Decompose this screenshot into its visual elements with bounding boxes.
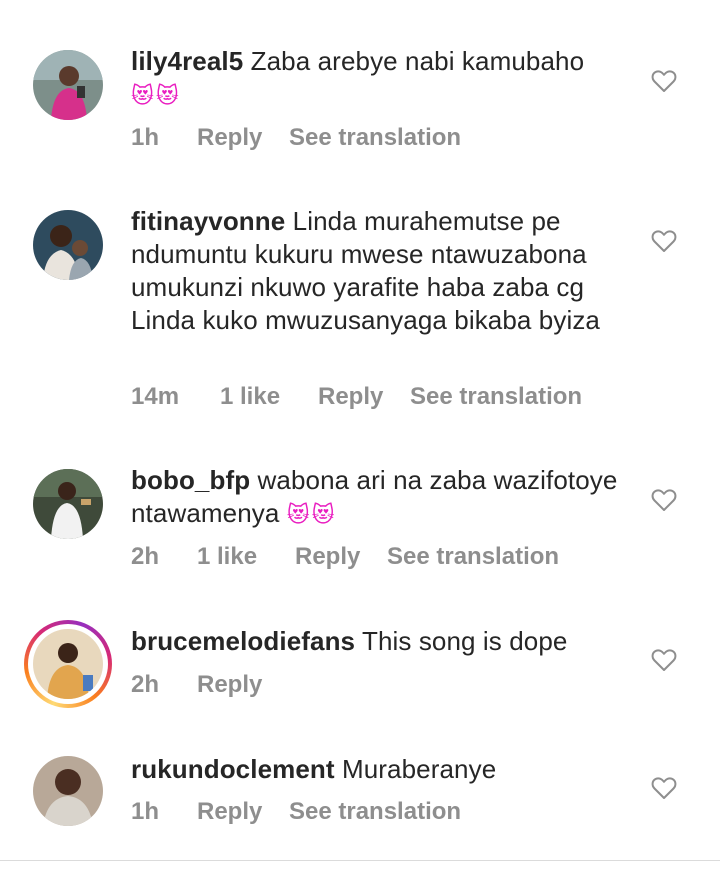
like-count[interactable]: 1 like bbox=[220, 383, 318, 411]
reply-button[interactable]: Reply bbox=[197, 798, 289, 826]
comment-username[interactable]: bobo_bfp bbox=[131, 465, 250, 495]
comment-meta: 2h 1 like Reply See translation bbox=[131, 543, 559, 571]
reply-button[interactable]: Reply bbox=[295, 543, 387, 571]
comment-text: rukundoclement Muraberanye bbox=[131, 753, 631, 786]
comment-text: fitinayvonne Linda murahemutse pe ndumun… bbox=[131, 205, 631, 337]
see-translation-button[interactable]: See translation bbox=[387, 543, 559, 571]
reply-button[interactable]: Reply bbox=[197, 671, 262, 699]
comment-body: Muraberanye bbox=[341, 754, 497, 784]
heart-outline-icon[interactable] bbox=[651, 776, 677, 800]
cat-heart-eyes-emoji: 😻😻 bbox=[286, 502, 337, 527]
comment-body: Zaba arebye nabi kamubaho bbox=[250, 46, 585, 76]
comment-username[interactable]: lily4real5 bbox=[131, 46, 243, 76]
like-count[interactable]: 1 like bbox=[197, 543, 295, 571]
comment-meta: 14m 1 like Reply See translation bbox=[131, 383, 582, 411]
reply-button[interactable]: Reply bbox=[318, 383, 410, 411]
comment-username[interactable]: brucemelodiefans bbox=[131, 626, 355, 656]
comment-time: 2h bbox=[131, 543, 160, 570]
comment-meta: 1h Reply See translation bbox=[131, 124, 461, 152]
avatar[interactable] bbox=[33, 210, 103, 280]
bottom-divider bbox=[0, 860, 720, 861]
story-ring[interactable] bbox=[24, 620, 112, 708]
avatar[interactable] bbox=[33, 756, 103, 826]
comment-time: 2h bbox=[131, 671, 160, 698]
cat-heart-eyes-emoji: 😻😻 bbox=[131, 83, 181, 108]
comment-text: lily4real5 Zaba arebye nabi kamubaho 😻😻 bbox=[131, 45, 631, 112]
heart-outline-icon[interactable] bbox=[651, 229, 677, 253]
comment-time: 1h bbox=[131, 124, 160, 151]
comment-username[interactable]: rukundoclement bbox=[131, 754, 335, 784]
heart-outline-icon[interactable] bbox=[651, 488, 677, 512]
comment-time: 14m bbox=[131, 383, 180, 410]
see-translation-button[interactable]: See translation bbox=[410, 383, 582, 411]
avatar[interactable] bbox=[33, 469, 103, 539]
comment-username[interactable]: fitinayvonne bbox=[131, 206, 285, 236]
avatar[interactable] bbox=[33, 50, 103, 120]
comment-text: bobo_bfp wabona ari na zaba wazifotoye n… bbox=[131, 464, 631, 531]
comment-body: This song is dope bbox=[361, 626, 568, 656]
comment-meta: 1h Reply See translation bbox=[131, 798, 461, 826]
reply-button[interactable]: Reply bbox=[197, 124, 289, 152]
comment-meta: 2h Reply bbox=[131, 671, 262, 699]
heart-outline-icon[interactable] bbox=[651, 69, 677, 93]
heart-outline-icon[interactable] bbox=[651, 648, 677, 672]
see-translation-button[interactable]: See translation bbox=[289, 798, 461, 826]
avatar[interactable] bbox=[33, 629, 103, 699]
comment-text: brucemelodiefans This song is dope bbox=[131, 625, 631, 658]
see-translation-button[interactable]: See translation bbox=[289, 124, 461, 152]
comment-time: 1h bbox=[131, 798, 160, 825]
